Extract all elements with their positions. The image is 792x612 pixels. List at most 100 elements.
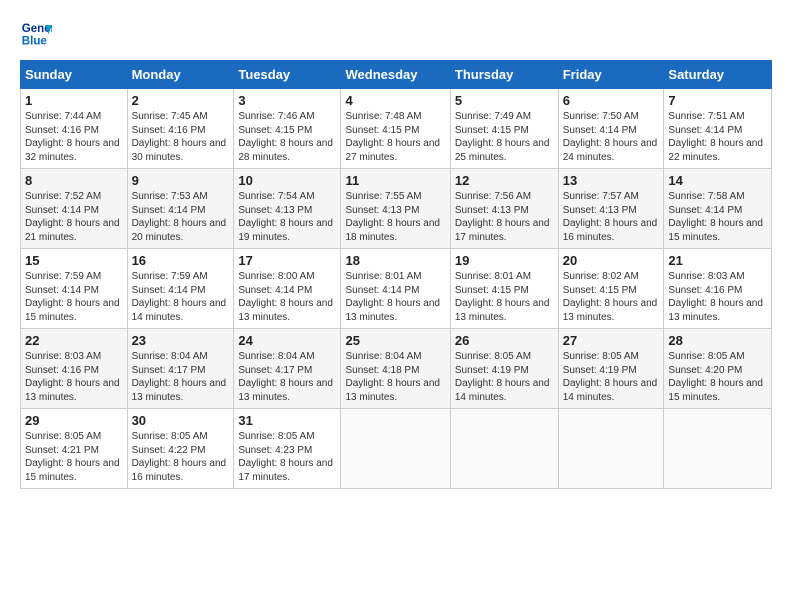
calendar-cell	[450, 409, 558, 489]
cell-info: Sunrise: 8:00 AMSunset: 4:14 PMDaylight:…	[238, 270, 336, 324]
day-number: 12	[455, 173, 554, 188]
calendar-cell: 20Sunrise: 8:02 AMSunset: 4:15 PMDayligh…	[558, 249, 664, 329]
cell-info: Sunrise: 7:59 AMSunset: 4:14 PMDaylight:…	[132, 270, 230, 324]
cell-info: Sunrise: 7:48 AMSunset: 4:15 PMDaylight:…	[345, 110, 445, 164]
calendar-cell: 26Sunrise: 8:05 AMSunset: 4:19 PMDayligh…	[450, 329, 558, 409]
cell-info: Sunrise: 8:05 AMSunset: 4:20 PMDaylight:…	[668, 350, 767, 404]
day-number: 14	[668, 173, 767, 188]
calendar-cell: 31 Sunrise: 8:05 AMSunset: 4:23 PMDayligh…	[234, 409, 341, 489]
calendar-cell	[664, 409, 772, 489]
cell-info: Sunrise: 7:54 AMSunset: 4:13 PMDaylight:…	[238, 190, 336, 244]
calendar-cell: 10 Sunrise: 7:54 AMSunset: 4:13 PMDayligh…	[234, 169, 341, 249]
day-number: 13	[563, 173, 660, 188]
day-number: 28	[668, 333, 767, 348]
cell-info: Sunrise: 8:04 AMSunset: 4:18 PMDaylight:…	[345, 350, 445, 404]
calendar-cell: 19Sunrise: 8:01 AMSunset: 4:15 PMDayligh…	[450, 249, 558, 329]
day-number: 5	[455, 93, 554, 108]
cell-info: Sunrise: 7:52 AMSunset: 4:14 PMDaylight:…	[25, 190, 123, 244]
day-number: 20	[563, 253, 660, 268]
day-number: 9	[132, 173, 230, 188]
day-number: 26	[455, 333, 554, 348]
day-number: 27	[563, 333, 660, 348]
calendar-week-1: 1 Sunrise: 7:44 AMSunset: 4:16 PMDaylight…	[21, 89, 772, 169]
calendar-cell: 4 Sunrise: 7:48 AMSunset: 4:15 PMDaylight…	[341, 89, 450, 169]
cell-info: Sunrise: 7:50 AMSunset: 4:14 PMDaylight:…	[563, 110, 660, 164]
day-number: 18	[345, 253, 445, 268]
calendar-week-3: 15 Sunrise: 7:59 AMSunset: 4:14 PMDayligh…	[21, 249, 772, 329]
cell-info: Sunrise: 8:03 AMSunset: 4:16 PMDaylight:…	[668, 270, 767, 324]
calendar-cell: 1 Sunrise: 7:44 AMSunset: 4:16 PMDaylight…	[21, 89, 128, 169]
day-number: 22	[25, 333, 123, 348]
day-number: 10	[238, 173, 336, 188]
cell-info: Sunrise: 8:05 AMSunset: 4:22 PMDaylight:…	[132, 430, 230, 484]
col-tuesday: Tuesday	[234, 61, 341, 89]
day-number: 3	[238, 93, 336, 108]
col-sunday: Sunday	[21, 61, 128, 89]
cell-info: Sunrise: 8:05 AMSunset: 4:19 PMDaylight:…	[563, 350, 660, 404]
calendar-cell: 28 Sunrise: 8:05 AMSunset: 4:20 PMDayligh…	[664, 329, 772, 409]
day-number: 1	[25, 93, 123, 108]
cell-info: Sunrise: 7:46 AMSunset: 4:15 PMDaylight:…	[238, 110, 336, 164]
day-number: 6	[563, 93, 660, 108]
calendar-cell: 8 Sunrise: 7:52 AMSunset: 4:14 PMDaylight…	[21, 169, 128, 249]
day-number: 15	[25, 253, 123, 268]
calendar-cell: 3 Sunrise: 7:46 AMSunset: 4:15 PMDaylight…	[234, 89, 341, 169]
calendar-cell: 24Sunrise: 8:04 AMSunset: 4:17 PMDayligh…	[234, 329, 341, 409]
cell-info: Sunrise: 7:57 AMSunset: 4:13 PMDaylight:…	[563, 190, 660, 244]
page: General Blue Sunday Monday Tuesday Wedne…	[0, 0, 792, 499]
cell-info: Sunrise: 7:53 AMSunset: 4:14 PMDaylight:…	[132, 190, 230, 244]
day-number: 2	[132, 93, 230, 108]
calendar-cell: 9 Sunrise: 7:53 AMSunset: 4:14 PMDaylight…	[127, 169, 234, 249]
cell-info: Sunrise: 8:01 AMSunset: 4:14 PMDaylight:…	[345, 270, 445, 324]
cell-info: Sunrise: 7:44 AMSunset: 4:16 PMDaylight:…	[25, 110, 123, 164]
header: General Blue	[20, 18, 772, 50]
calendar-week-5: 29 Sunrise: 8:05 AMSunset: 4:21 PMDayligh…	[21, 409, 772, 489]
col-thursday: Thursday	[450, 61, 558, 89]
col-saturday: Saturday	[664, 61, 772, 89]
calendar-cell: 18 Sunrise: 8:01 AMSunset: 4:14 PMDayligh…	[341, 249, 450, 329]
calendar-cell	[341, 409, 450, 489]
calendar-body: 1 Sunrise: 7:44 AMSunset: 4:16 PMDaylight…	[21, 89, 772, 489]
day-number: 16	[132, 253, 230, 268]
cell-info: Sunrise: 8:01 AMSunset: 4:15 PMDaylight:…	[455, 270, 554, 324]
calendar-week-4: 22 Sunrise: 8:03 AMSunset: 4:16 PMDayligh…	[21, 329, 772, 409]
day-number: 29	[25, 413, 123, 428]
cell-info: Sunrise: 7:51 AMSunset: 4:14 PMDaylight:…	[668, 110, 767, 164]
header-row: Sunday Monday Tuesday Wednesday Thursday…	[21, 61, 772, 89]
day-number: 7	[668, 93, 767, 108]
cell-info: Sunrise: 7:58 AMSunset: 4:14 PMDaylight:…	[668, 190, 767, 244]
cell-info: Sunrise: 7:56 AMSunset: 4:13 PMDaylight:…	[455, 190, 554, 244]
day-number: 11	[345, 173, 445, 188]
calendar-cell: 15Sunrise: 7:59 AMSunset: 4:14 PMDayligh…	[21, 249, 128, 329]
calendar-cell: 22 Sunrise: 8:03 AMSunset: 4:16 PMDayligh…	[21, 329, 128, 409]
calendar-cell: 29 Sunrise: 8:05 AMSunset: 4:21 PMDayligh…	[21, 409, 128, 489]
day-number: 8	[25, 173, 123, 188]
day-number: 31	[238, 413, 336, 428]
day-number: 23	[132, 333, 230, 348]
col-wednesday: Wednesday	[341, 61, 450, 89]
calendar-cell	[558, 409, 664, 489]
cell-info: Sunrise: 7:45 AMSunset: 4:16 PMDaylight:…	[132, 110, 230, 164]
calendar-cell: 16 Sunrise: 7:59 AMSunset: 4:14 PMDayligh…	[127, 249, 234, 329]
calendar-cell: 30Sunrise: 8:05 AMSunset: 4:22 PMDayligh…	[127, 409, 234, 489]
day-number: 17	[238, 253, 336, 268]
cell-info: Sunrise: 8:04 AMSunset: 4:17 PMDaylight:…	[132, 350, 230, 404]
col-monday: Monday	[127, 61, 234, 89]
calendar-cell: 27 Sunrise: 8:05 AMSunset: 4:19 PMDayligh…	[558, 329, 664, 409]
cell-info: Sunrise: 8:04 AMSunset: 4:17 PMDaylight:…	[238, 350, 336, 404]
day-number: 25	[345, 333, 445, 348]
day-number: 4	[345, 93, 445, 108]
calendar-table: Sunday Monday Tuesday Wednesday Thursday…	[20, 60, 772, 489]
calendar-cell: 6 Sunrise: 7:50 AMSunset: 4:14 PMDaylight…	[558, 89, 664, 169]
col-friday: Friday	[558, 61, 664, 89]
cell-info: Sunrise: 7:55 AMSunset: 4:13 PMDaylight:…	[345, 190, 445, 244]
calendar-cell: 23 Sunrise: 8:04 AMSunset: 4:17 PMDayligh…	[127, 329, 234, 409]
svg-text:Blue: Blue	[22, 36, 48, 48]
cell-info: Sunrise: 8:05 AMSunset: 4:23 PMDaylight:…	[238, 430, 336, 484]
calendar-cell: 13 Sunrise: 7:57 AMSunset: 4:13 PMDayligh…	[558, 169, 664, 249]
calendar-cell: 5Sunrise: 7:49 AMSunset: 4:15 PMDaylight…	[450, 89, 558, 169]
calendar-cell: 12 Sunrise: 7:56 AMSunset: 4:13 PMDayligh…	[450, 169, 558, 249]
cell-info: Sunrise: 8:03 AMSunset: 4:16 PMDaylight:…	[25, 350, 123, 404]
cell-info: Sunrise: 8:05 AMSunset: 4:21 PMDaylight:…	[25, 430, 123, 484]
calendar-cell: 7 Sunrise: 7:51 AMSunset: 4:14 PMDaylight…	[664, 89, 772, 169]
